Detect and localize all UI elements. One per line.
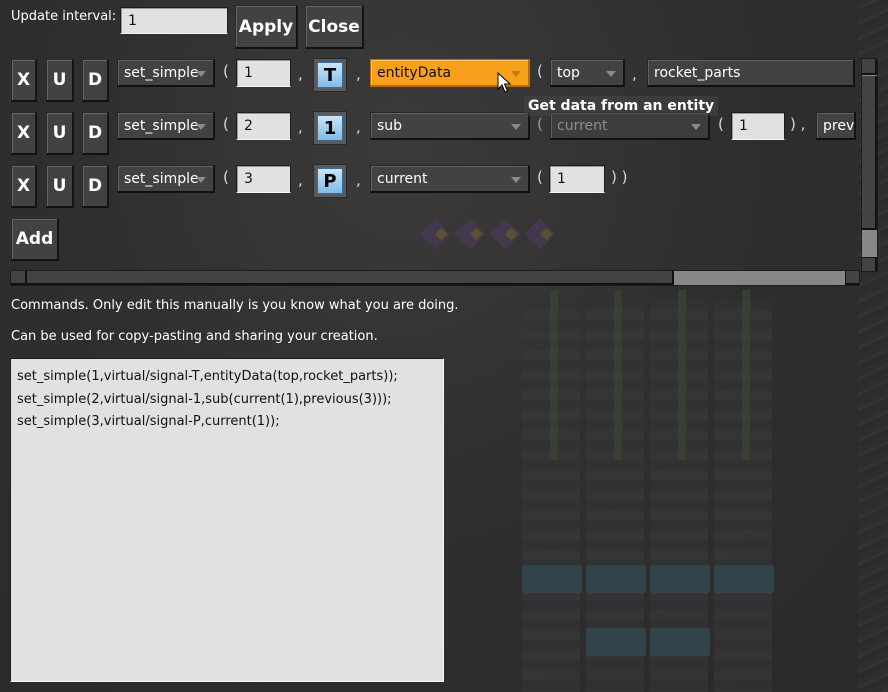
comma: , — [632, 65, 637, 83]
delete-row-button[interactable]: X — [11, 59, 37, 102]
move-down-button[interactable]: D — [82, 165, 109, 208]
signal-picker-button[interactable]: T — [313, 58, 347, 92]
argument-value: current — [557, 117, 608, 134]
chevron-down-icon — [511, 123, 521, 130]
entity-data-value: rocket_parts — [654, 64, 741, 81]
move-down-button[interactable]: D — [82, 112, 109, 155]
delete-row-button[interactable]: X — [11, 165, 37, 208]
chevron-down-icon — [511, 70, 521, 77]
argument-input[interactable]: 1 — [549, 165, 605, 193]
entity-position-dropdown[interactable]: top — [550, 59, 625, 87]
operation-value: current — [377, 170, 428, 187]
chevron-down-icon — [691, 123, 701, 130]
mouse-cursor-icon — [497, 72, 511, 93]
paren-open: ( — [537, 168, 543, 186]
paren-open: ( — [223, 168, 229, 186]
add-row-button[interactable]: Add — [11, 218, 59, 261]
delete-row-button[interactable]: X — [11, 112, 37, 155]
tooltip: Get data from an entity — [524, 96, 719, 116]
vertical-scroll-thumb[interactable] — [862, 76, 877, 230]
function-dropdown[interactable]: set_simple — [117, 112, 215, 140]
function-value: set_simple — [124, 170, 199, 187]
signal-picker-button[interactable]: P — [313, 164, 347, 198]
comma: , — [298, 171, 303, 189]
help-text-line-2: Can be used for copy-pasting and sharing… — [11, 329, 378, 344]
comma: , — [356, 65, 361, 83]
scroll-up-button[interactable] — [862, 59, 877, 75]
argument-value: prev — [823, 117, 855, 134]
paren-open: ( — [537, 62, 543, 80]
horizontal-scrollbar[interactable] — [10, 270, 860, 286]
paren-close-comma: ) , — [790, 115, 806, 133]
entity-position-value: top — [557, 64, 580, 81]
chevron-down-icon — [196, 70, 206, 77]
paren-open: ( — [718, 115, 724, 133]
commands-textarea[interactable]: set_simple(1,virtual/signal-T,entityData… — [10, 358, 444, 682]
operation-dropdown[interactable]: sub — [370, 112, 530, 140]
index-input[interactable]: 3 — [236, 165, 291, 193]
paren-close-close: ) ) — [611, 168, 628, 186]
index-input[interactable]: 1 — [236, 59, 291, 87]
scroll-left-button[interactable] — [11, 271, 27, 285]
signal-picker-button[interactable]: 1 — [313, 111, 347, 145]
comma: , — [298, 118, 303, 136]
index-input[interactable]: 2 — [236, 112, 291, 140]
update-interval-input[interactable]: 1 — [120, 7, 228, 34]
signal-icon: P — [317, 168, 343, 194]
move-up-button[interactable]: U — [46, 59, 74, 102]
chevron-down-icon — [196, 123, 206, 130]
comma: , — [298, 65, 303, 83]
help-text-line-1: Commands. Only edit this manually is you… — [11, 298, 459, 313]
vertical-scrollbar[interactable] — [861, 58, 878, 272]
move-down-button[interactable]: D — [82, 59, 109, 102]
operation-value: sub — [377, 117, 403, 134]
function-dropdown[interactable]: set_simple — [117, 165, 215, 193]
paren-open: ( — [223, 62, 229, 80]
horizontal-scroll-thumb[interactable] — [18, 271, 674, 285]
argument-dropdown[interactable]: current — [550, 112, 710, 140]
move-up-button[interactable]: U — [46, 165, 74, 208]
function-dropdown[interactable]: set_simple — [117, 59, 215, 87]
function-value: set_simple — [124, 64, 199, 81]
paren-open: ( — [537, 115, 543, 133]
function-value: set_simple — [124, 117, 199, 134]
entity-data-field[interactable]: rocket_parts — [647, 59, 855, 87]
signal-icon: 1 — [317, 115, 343, 141]
comma: , — [356, 118, 361, 136]
chevron-down-icon — [196, 176, 206, 183]
move-up-button[interactable]: U — [46, 112, 74, 155]
close-button[interactable]: Close — [305, 5, 364, 49]
scroll-right-button[interactable] — [845, 271, 859, 285]
argument-dropdown[interactable]: prev — [816, 112, 856, 140]
signal-icon: T — [317, 62, 343, 88]
paren-open: ( — [223, 115, 229, 133]
apply-button[interactable]: Apply — [235, 5, 298, 49]
operation-dropdown[interactable]: current — [370, 165, 530, 193]
chevron-down-icon — [606, 70, 616, 77]
combinator-editor-panel: Update interval: 1 Apply Close X U D set… — [0, 0, 888, 692]
scroll-down-button[interactable] — [862, 257, 877, 271]
chevron-down-icon — [511, 176, 521, 183]
argument-input[interactable]: 1 — [731, 112, 785, 140]
update-interval-label: Update interval: — [11, 9, 117, 24]
operation-value: entityData — [377, 64, 452, 81]
comma: , — [356, 171, 361, 189]
